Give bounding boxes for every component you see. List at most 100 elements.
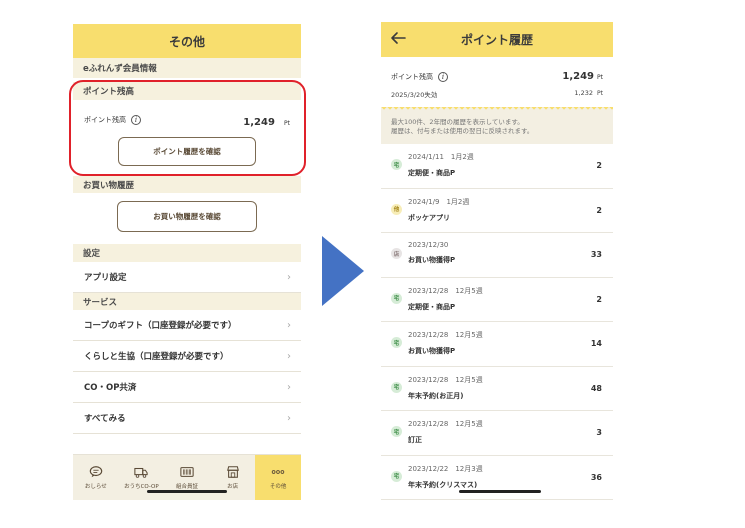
history-title: ポッケアプリ [408, 213, 450, 222]
note-line: 最大100件、2年間の履歴を表示しています。 [391, 118, 524, 126]
history-item: 宅 2024/1/11 1月2週 定期便・商品P 2 [381, 144, 613, 189]
history-date: 2024/1/9 1月2週 [408, 197, 470, 206]
section-services: サービス [73, 293, 301, 310]
history-title: 年末予約(クリスマス) [408, 480, 478, 489]
history-points: 2 [596, 205, 602, 215]
chat-bubble-icon [89, 466, 103, 478]
service-row-kurashi[interactable]: くらしと生協（口座登録が必要です） › [73, 341, 301, 372]
app-settings-row[interactable]: アプリ設定 › [73, 262, 301, 293]
history-points: 3 [596, 428, 602, 437]
page-title: その他 [168, 34, 205, 49]
balance-panel: ポイント残高 i 1,249 Pt 2025/3/20失効 1,232 Pt [381, 57, 613, 107]
tab-member-card[interactable]: 組合員証 [164, 455, 210, 500]
history-date: 2023/12/30 [408, 241, 449, 249]
highlight-box [69, 80, 306, 176]
history-title: 訂正 [408, 436, 422, 444]
row-label: CO・OP共済 [84, 383, 137, 393]
expiry-unit: Pt [597, 90, 603, 97]
history-item: 宅 2023/12/28 12月5週 お買い物獲得P 14 [381, 322, 613, 367]
section-label: 設定 [83, 249, 101, 259]
page-title: ポイント履歴 [460, 33, 533, 47]
history-title: 定期便・商品P [408, 169, 456, 177]
tab-label: お店 [227, 484, 239, 490]
balance-row: ポイント残高 i 1,249 Pt [391, 71, 603, 82]
barcode-card-icon [180, 467, 194, 477]
history-item: 店 2023/12/30 お買い物獲得P 33 [381, 233, 613, 278]
history-points: 33 [590, 250, 602, 259]
back-arrow-icon[interactable] [389, 29, 407, 47]
history-list: 宅 2024/1/11 1月2週 定期便・商品P 2 他 2024/1/9 1月2週 ポッケ… [381, 144, 613, 500]
history-date: 2023/12/28 12月5週 [408, 331, 483, 339]
section-shopping: お買い物履歴 [73, 176, 301, 193]
truck-icon [134, 467, 149, 478]
service-row-all[interactable]: すべてみる › [73, 403, 301, 434]
channel-badge: 宅 [391, 470, 402, 482]
chevron-right-icon: › [287, 319, 291, 331]
history-title: 年末予約(お正月) [408, 391, 464, 400]
channel-badge: 宅 [391, 426, 402, 437]
section-label: お買い物履歴 [83, 180, 135, 191]
history-item: 他 2024/1/9 1月2週 ポッケアプリ 2 [381, 189, 613, 233]
history-date: 2024/1/11 1月2週 [408, 153, 474, 161]
history-date: 2023/12/22 12月3週 [408, 464, 483, 473]
tab-label: おうちCO-OP [124, 484, 159, 490]
tab-bar: おしらせ おうちCO-OP 組合員証 お店 その他 [73, 454, 301, 500]
tab-other[interactable]: その他 [255, 455, 301, 500]
history-item: 宅 2023/12/28 12月5週 年末予約(お正月) 48 [381, 367, 613, 411]
history-item: 宅 2023/12/28 12月5週 定期便・商品P 2 [381, 278, 613, 322]
balance-unit: Pt [597, 74, 603, 81]
history-note: 最大100件、2年間の履歴を表示しています。 履歴は、付与または使用の翌日に反映… [381, 112, 613, 144]
row-label: すべてみる [84, 414, 126, 424]
history-item: 宅 2023/12/28 12月5週 訂正 3 [381, 411, 613, 456]
history-date: 2023/12/28 12月5週 [408, 420, 483, 428]
balance-value: 1,249 [562, 71, 595, 82]
chevron-right-icon: › [287, 350, 291, 362]
info-icon[interactable]: i [438, 71, 448, 82]
history-points: 14 [590, 339, 602, 348]
note-line: 履歴は、付与または使用の翌日に反映されます。 [391, 127, 534, 135]
tab-label: おしらせ [84, 484, 107, 490]
channel-badge: 宅 [391, 159, 402, 170]
channel-badge: 宅 [391, 292, 402, 304]
history-date: 2023/12/28 12月5週 [408, 375, 483, 384]
section-label: サービス [83, 297, 118, 308]
store-icon [226, 466, 239, 478]
header: その他 [73, 24, 301, 58]
history-points: 2 [596, 294, 602, 304]
section-label: eふれんず会員情報 [83, 64, 157, 74]
expiry-value: 1,232 [574, 89, 594, 97]
row-label: アプリ設定 [84, 273, 127, 283]
point-history-screen: ポイント履歴 ポイント残高 i 1,249 Pt 2025/3/20失効 1,232… [381, 22, 613, 500]
arrow-right-icon [322, 236, 364, 306]
row-label: コープのギフト（口座登録が必要です） [84, 321, 237, 331]
channel-badge: 店 [391, 248, 402, 259]
tab-news[interactable]: おしらせ [73, 455, 119, 500]
balance-label: ポイント残高 [391, 72, 433, 81]
chevron-right-icon: › [287, 271, 291, 283]
tab-label: 組合員証 [175, 484, 198, 490]
shopping-history-button[interactable]: お買い物履歴を確認 [117, 201, 257, 232]
history-points: 48 [590, 383, 602, 393]
home-indicator [147, 490, 227, 493]
home-indicator [459, 490, 541, 493]
channel-badge: 他 [391, 203, 402, 215]
tab-store[interactable]: お店 [210, 455, 256, 500]
chevron-right-icon: › [287, 412, 291, 424]
history-item: 宅 2023/12/22 12月3週 年末予約(クリスマス) 36 [381, 456, 613, 500]
channel-badge: 宅 [391, 337, 402, 348]
service-row-kyosai[interactable]: CO・OP共済 › [73, 372, 301, 403]
expiry-row: 2025/3/20失効 1,232 Pt [391, 89, 603, 99]
history-points: 2 [596, 161, 602, 170]
history-title: お買い物獲得P [408, 347, 456, 355]
tab-home-coop[interactable]: おうちCO-OP [119, 455, 165, 500]
section-settings: 設定 [73, 244, 301, 262]
chevron-right-icon: › [287, 381, 291, 393]
history-title: 定期便・商品P [408, 302, 456, 311]
history-points: 36 [590, 472, 602, 482]
header: ポイント履歴 [381, 22, 613, 57]
service-row-gift[interactable]: コープのギフト（口座登録が必要です） › [73, 310, 301, 341]
section-member-info: eふれんず会員情報 [73, 58, 301, 78]
tab-label: その他 [269, 484, 287, 490]
channel-badge: 宅 [391, 381, 402, 393]
row-label: くらしと生協（口座登録が必要です） [84, 352, 229, 362]
